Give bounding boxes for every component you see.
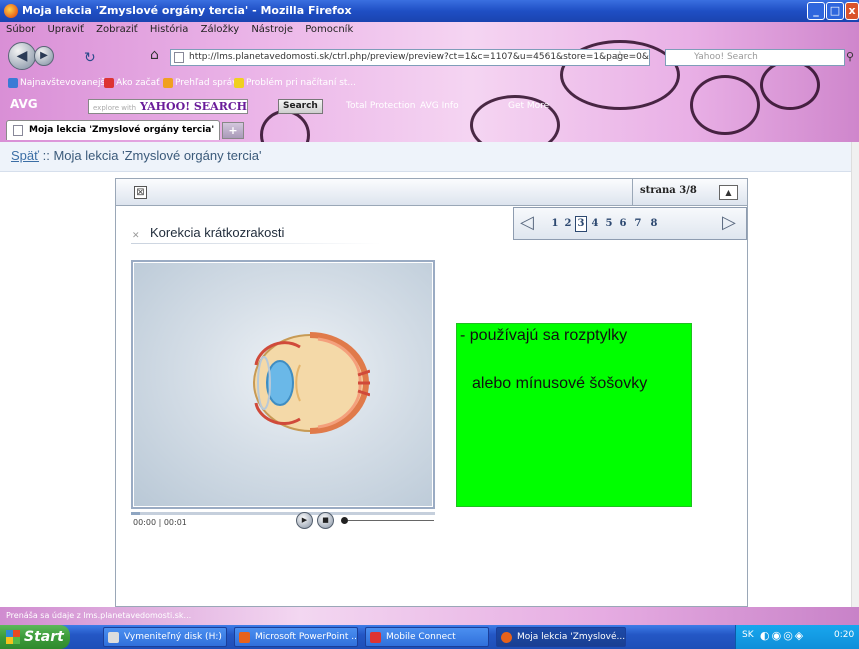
tab-active[interactable]: Moja lekcia 'Zmyslové orgány tercia' <box>6 120 220 140</box>
volume-slider-handle[interactable] <box>341 517 348 524</box>
maximize-button[interactable]: □ <box>826 2 844 20</box>
url-text: http://lms.planetavedomosti.sk/ctrl.php/… <box>189 52 650 62</box>
menu-item-edit[interactable]: Upraviť <box>47 24 84 35</box>
theme-swirl <box>260 110 310 142</box>
close-box-icon[interactable]: ⊠ <box>134 186 147 199</box>
status-text: Prenáša sa údaje z lms.planetavedomosti.… <box>6 611 192 620</box>
bookmark-icon <box>234 78 244 88</box>
new-tab-button[interactable]: + <box>222 122 244 139</box>
start-button[interactable]: Start <box>0 625 70 649</box>
green-text-box <box>456 323 692 507</box>
slide-title: Korekcia krátkozrakosti <box>150 225 285 240</box>
drive-icon <box>108 632 119 643</box>
yahoo-prefix: explore with <box>93 104 137 112</box>
breadcrumb: Späť :: Moja lekcia 'Zmyslové orgány ter… <box>0 142 859 172</box>
clock[interactable]: 0:20 <box>834 630 854 640</box>
url-bar[interactable]: http://lms.planetavedomosti.sk/ctrl.php/… <box>170 49 650 66</box>
taskbar-item-firefox[interactable]: Moja lekcia 'Zmyslové... <box>496 627 626 647</box>
yahoo-label: YAHOO! SEARCH <box>139 100 248 113</box>
language-indicator[interactable]: SK <box>742 630 754 640</box>
taskbar-item-mobile-connect[interactable]: Mobile Connect <box>365 627 489 647</box>
header-divider <box>632 179 633 206</box>
page-indicator: strana 3/8 <box>640 185 697 196</box>
back-button[interactable]: ◀ <box>8 42 36 70</box>
title-underline <box>131 243 381 244</box>
status-bar: Prenáša sa údaje z lms.planetavedomosti.… <box>0 607 859 625</box>
back-link[interactable]: Späť <box>11 148 39 163</box>
toolbar-avg-info[interactable]: AVG Info <box>420 96 459 116</box>
breadcrumb-separator: :: <box>39 148 54 163</box>
start-label: Start <box>24 629 64 645</box>
bookmark-news[interactable]: Prehľad správ <box>163 74 237 92</box>
search-placeholder: Yahoo! Search <box>694 52 758 62</box>
search-go-icon[interactable]: ⚲ <box>846 50 854 63</box>
minimize-button[interactable]: _ <box>807 2 825 20</box>
page-icon <box>174 52 184 63</box>
tab-page-icon <box>13 125 23 136</box>
bookmark-icon <box>163 78 173 88</box>
volume-slider-track[interactable] <box>348 520 434 521</box>
bookmark-icon <box>8 78 18 88</box>
search-button[interactable]: Search <box>278 99 323 114</box>
close-button[interactable]: x <box>845 2 859 20</box>
video-time: 00:00 | 00:01 <box>133 518 187 527</box>
pager-next-button[interactable]: ▷ <box>722 212 736 234</box>
pager-page-2[interactable]: 2 <box>562 216 574 232</box>
menu-bar: Súbor Upraviť Zobraziť História Záložky … <box>0 22 859 38</box>
collapse-button[interactable]: ▲ <box>719 185 738 200</box>
pager-page-4[interactable]: 4 <box>589 216 601 232</box>
pager-prev-button[interactable]: ◁ <box>520 212 534 234</box>
pager-page-6[interactable]: 6 <box>617 216 629 232</box>
taskbar-item-powerpoint[interactable]: Microsoft PowerPoint ... <box>234 627 358 647</box>
forward-button[interactable]: ▶ <box>34 46 54 66</box>
video-progress-track[interactable] <box>131 512 435 515</box>
reload-icon[interactable]: ↻ <box>84 50 96 66</box>
green-box-line-1: - používajú sa rozptylky <box>460 327 628 344</box>
toolbar-get-more[interactable]: Get More <box>508 96 549 116</box>
toolbar-total-protection[interactable]: Total Protection <box>346 96 415 116</box>
bookmark-star-icon[interactable]: ☆ <box>614 49 626 64</box>
menu-item-history[interactable]: História <box>150 24 189 35</box>
bookmark-getting-started[interactable]: Ako začať <box>104 74 160 92</box>
avg-logo[interactable]: AVG <box>10 97 38 111</box>
eye-illustration <box>253 332 370 434</box>
home-icon[interactable]: ⌂ <box>150 47 159 63</box>
pager-page-5[interactable]: 5 <box>603 216 615 232</box>
pager-page-7[interactable]: 7 <box>632 216 644 232</box>
yahoo-search-input[interactable]: explore with YAHOO! SEARCH <box>88 99 248 114</box>
page-title: Moja lekcia 'Zmyslové orgány tercia' <box>53 148 262 163</box>
pager-page-1[interactable]: 1 <box>549 216 561 232</box>
menu-item-view[interactable]: Zobraziť <box>96 24 138 35</box>
firefox-icon <box>4 4 18 18</box>
menu-item-file[interactable]: Súbor <box>6 24 35 35</box>
green-box-line-2: alebo mínusové šošovky <box>472 375 648 392</box>
slide-marker-icon: ✕ <box>132 231 140 241</box>
bookmark-most-visited[interactable]: Najnavštevovanejšie <box>8 74 113 92</box>
menu-item-help[interactable]: Pomocník <box>305 24 353 35</box>
taskbar-item-removable-disk[interactable]: Vymeniteľný disk (H:) <box>103 627 227 647</box>
search-input[interactable]: Yahoo! Search <box>665 49 845 66</box>
menu-item-bookmarks[interactable]: Záložky <box>201 24 239 35</box>
windows-logo-icon <box>6 630 20 644</box>
bookmark-problem-loading[interactable]: Problém pri načítaní st... <box>234 74 356 92</box>
window-title: Moja lekcia 'Zmyslové orgány tercia' - M… <box>22 4 352 17</box>
window-titlebar: Moja lekcia 'Zmyslové orgány tercia' - M… <box>0 0 859 22</box>
powerpoint-icon <box>239 632 250 643</box>
page-scrollbar[interactable] <box>851 142 859 607</box>
tray-icons[interactable]: ◐◉◎◈ <box>760 629 805 642</box>
bookmarks-toolbar: Najnavštevovanejšie Ako začať Prehľad sp… <box>0 74 859 92</box>
pager-page-3[interactable]: 3 <box>575 216 587 232</box>
firefox-icon <box>501 632 512 643</box>
video-progress-fill <box>131 512 140 515</box>
bookmark-icon <box>104 78 114 88</box>
menu-item-tools[interactable]: Nástroje <box>251 24 293 35</box>
mobile-connect-icon <box>370 632 381 643</box>
stop-button[interactable]: ■ <box>317 512 334 529</box>
pager-page-8[interactable]: 8 <box>648 216 660 232</box>
tab-label: Moja lekcia 'Zmyslové orgány tercia' <box>29 125 215 135</box>
play-button[interactable]: ▶ <box>296 512 313 529</box>
